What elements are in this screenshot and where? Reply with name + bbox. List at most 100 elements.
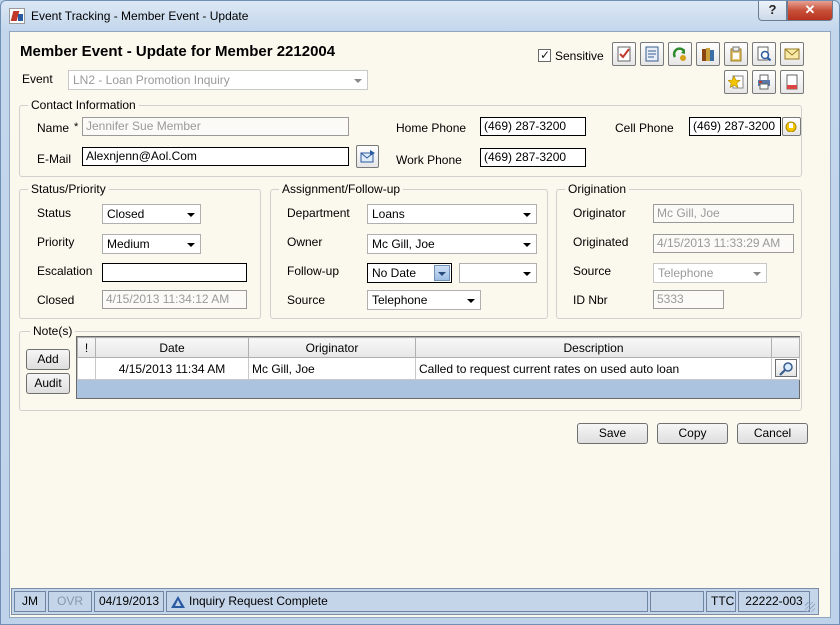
originator-field[interactable]: Mc Gill, Joe [653, 204, 794, 223]
assignment-group-label: Assignment/Follow-up [279, 182, 404, 196]
closed-label: Closed [37, 293, 75, 307]
followup-date-picker[interactable]: No Date [367, 263, 452, 283]
status-label: Status [37, 206, 72, 220]
ttc-indicator: TTC [706, 591, 736, 612]
star-icon[interactable] [724, 70, 748, 94]
view-note-button[interactable] [771, 357, 800, 380]
refresh-icon[interactable] [668, 42, 692, 66]
chevron-down-icon [523, 272, 531, 276]
app-window: Event Tracking - Member Event - Update ?… [0, 0, 840, 625]
print-icon[interactable] [752, 70, 776, 94]
status-message-cell: Inquiry Request Complete [166, 591, 648, 612]
notes-group-label: Note(s) [30, 324, 76, 338]
column-header-date[interactable]: Date [95, 337, 249, 358]
cancel-button[interactable]: Cancel [737, 423, 808, 444]
note-originator: Mc Gill, Joe [248, 357, 416, 380]
closed-field[interactable]: 4/15/2013 11:34:12 AM [102, 290, 247, 309]
table-row[interactable]: 4/15/2013 11:34 AM Mc Gill, Joe Called t… [77, 357, 800, 380]
priority-select[interactable]: Medium [102, 234, 201, 254]
notes-table: ! Date Originator Description 4/15/2013 … [77, 337, 800, 380]
priority-label: Priority [37, 235, 75, 249]
followup-time-select[interactable] [459, 263, 537, 283]
chevron-down-icon [187, 243, 195, 247]
sensitive-label: Sensitive [555, 49, 604, 63]
assignment-source-label: Source [287, 293, 326, 307]
books-icon[interactable] [696, 42, 720, 66]
user-initials: JM [14, 591, 46, 612]
app-logo-icon [9, 8, 25, 24]
cell-phone-label: Cell Phone [615, 121, 674, 135]
department-label: Department [287, 206, 350, 220]
page-icon[interactable] [780, 70, 804, 94]
help-button[interactable]: ? [758, 1, 787, 21]
event-select[interactable]: LN2 - Loan Promotion Inquiry [68, 70, 368, 90]
save-button[interactable]: Save [577, 423, 648, 444]
column-header-action [771, 337, 800, 358]
escalation-field[interactable] [102, 263, 247, 282]
status-select-value: Closed [107, 207, 145, 221]
column-header-originator[interactable]: Originator [248, 337, 416, 358]
originated-label: Originated [573, 235, 629, 249]
send-email-button[interactable] [356, 145, 379, 168]
note-date: 4/15/2013 11:34 AM [95, 357, 249, 380]
followup-date-value: No Date [372, 266, 417, 280]
chevron-down-icon [753, 272, 761, 276]
search-document-icon[interactable] [752, 42, 776, 66]
close-button[interactable]: ✕ [787, 1, 833, 21]
resize-grip-icon[interactable] [805, 602, 815, 612]
magnifier-icon [774, 359, 797, 377]
document-icon[interactable] [640, 42, 664, 66]
chevron-down-icon [523, 213, 531, 217]
work-phone-label: Work Phone [396, 153, 462, 167]
contact-group-label: Contact Information [28, 98, 139, 112]
priority-select-value: Medium [107, 237, 150, 251]
ovr-indicator: OVR [48, 591, 92, 612]
status-code: 22222-003 [738, 591, 810, 612]
status-empty-cell [650, 591, 704, 612]
column-header-flag[interactable]: ! [77, 337, 96, 358]
owner-label: Owner [287, 235, 323, 249]
event-label: Event [22, 72, 53, 86]
phone-icon[interactable] [782, 117, 801, 136]
originator-label: Originator [573, 206, 626, 220]
origination-source-value: Telephone [658, 266, 714, 280]
page-title: Member Event - Update for Member 2212004 [20, 43, 336, 60]
window-title: Event Tracking - Member Event - Update [31, 9, 249, 23]
name-field[interactable]: Jennifer Sue Member [82, 117, 349, 136]
home-phone-field[interactable]: (469) 287-3200 [480, 117, 586, 136]
title-bar[interactable]: Event Tracking - Member Event - Update ?… [1, 1, 839, 31]
notes-grid: ! Date Originator Description 4/15/2013 … [76, 336, 800, 399]
assignment-source-select[interactable]: Telephone [367, 290, 481, 310]
email-field[interactable]: Alexnjenn@Aol.Com [82, 147, 349, 166]
originated-field[interactable]: 4/15/2013 11:33:29 AM [653, 234, 794, 253]
copy-button[interactable]: Copy [657, 423, 728, 444]
followup-label: Follow-up [287, 264, 340, 278]
status-group-label: Status/Priority [28, 182, 109, 196]
origination-source-select[interactable]: Telephone [653, 263, 767, 283]
owner-select-value: Mc Gill, Joe [372, 237, 435, 251]
escalation-label: Escalation [37, 264, 93, 278]
sensitive-checkbox[interactable] [538, 48, 551, 62]
status-triangle-icon [171, 596, 185, 608]
id-nbr-field[interactable]: 5333 [653, 290, 724, 309]
calendar-dropdown-icon[interactable] [434, 265, 450, 281]
envelope-icon[interactable] [780, 42, 804, 66]
add-note-button[interactable]: Add [26, 349, 70, 370]
name-label: Name [37, 121, 70, 135]
owner-select[interactable]: Mc Gill, Joe [367, 234, 537, 254]
column-header-description[interactable]: Description [415, 337, 772, 358]
audit-button[interactable]: Audit [26, 373, 70, 394]
checklist-icon[interactable] [612, 42, 636, 66]
status-date: 04/19/2013 [94, 591, 164, 612]
form-body: Member Event - Update for Member 2212004… [9, 31, 831, 618]
origination-source-label: Source [573, 264, 612, 278]
origination-group-label: Origination [565, 182, 630, 196]
status-select[interactable]: Closed [102, 204, 201, 224]
assignment-source-value: Telephone [372, 293, 428, 307]
department-select[interactable]: Loans [367, 204, 537, 224]
department-select-value: Loans [372, 207, 405, 221]
status-message: Inquiry Request Complete [189, 594, 328, 608]
cell-phone-field[interactable]: (469) 287-3200 [689, 117, 781, 136]
clipboard-icon[interactable] [724, 42, 748, 66]
work-phone-field[interactable]: (469) 287-3200 [480, 148, 586, 167]
